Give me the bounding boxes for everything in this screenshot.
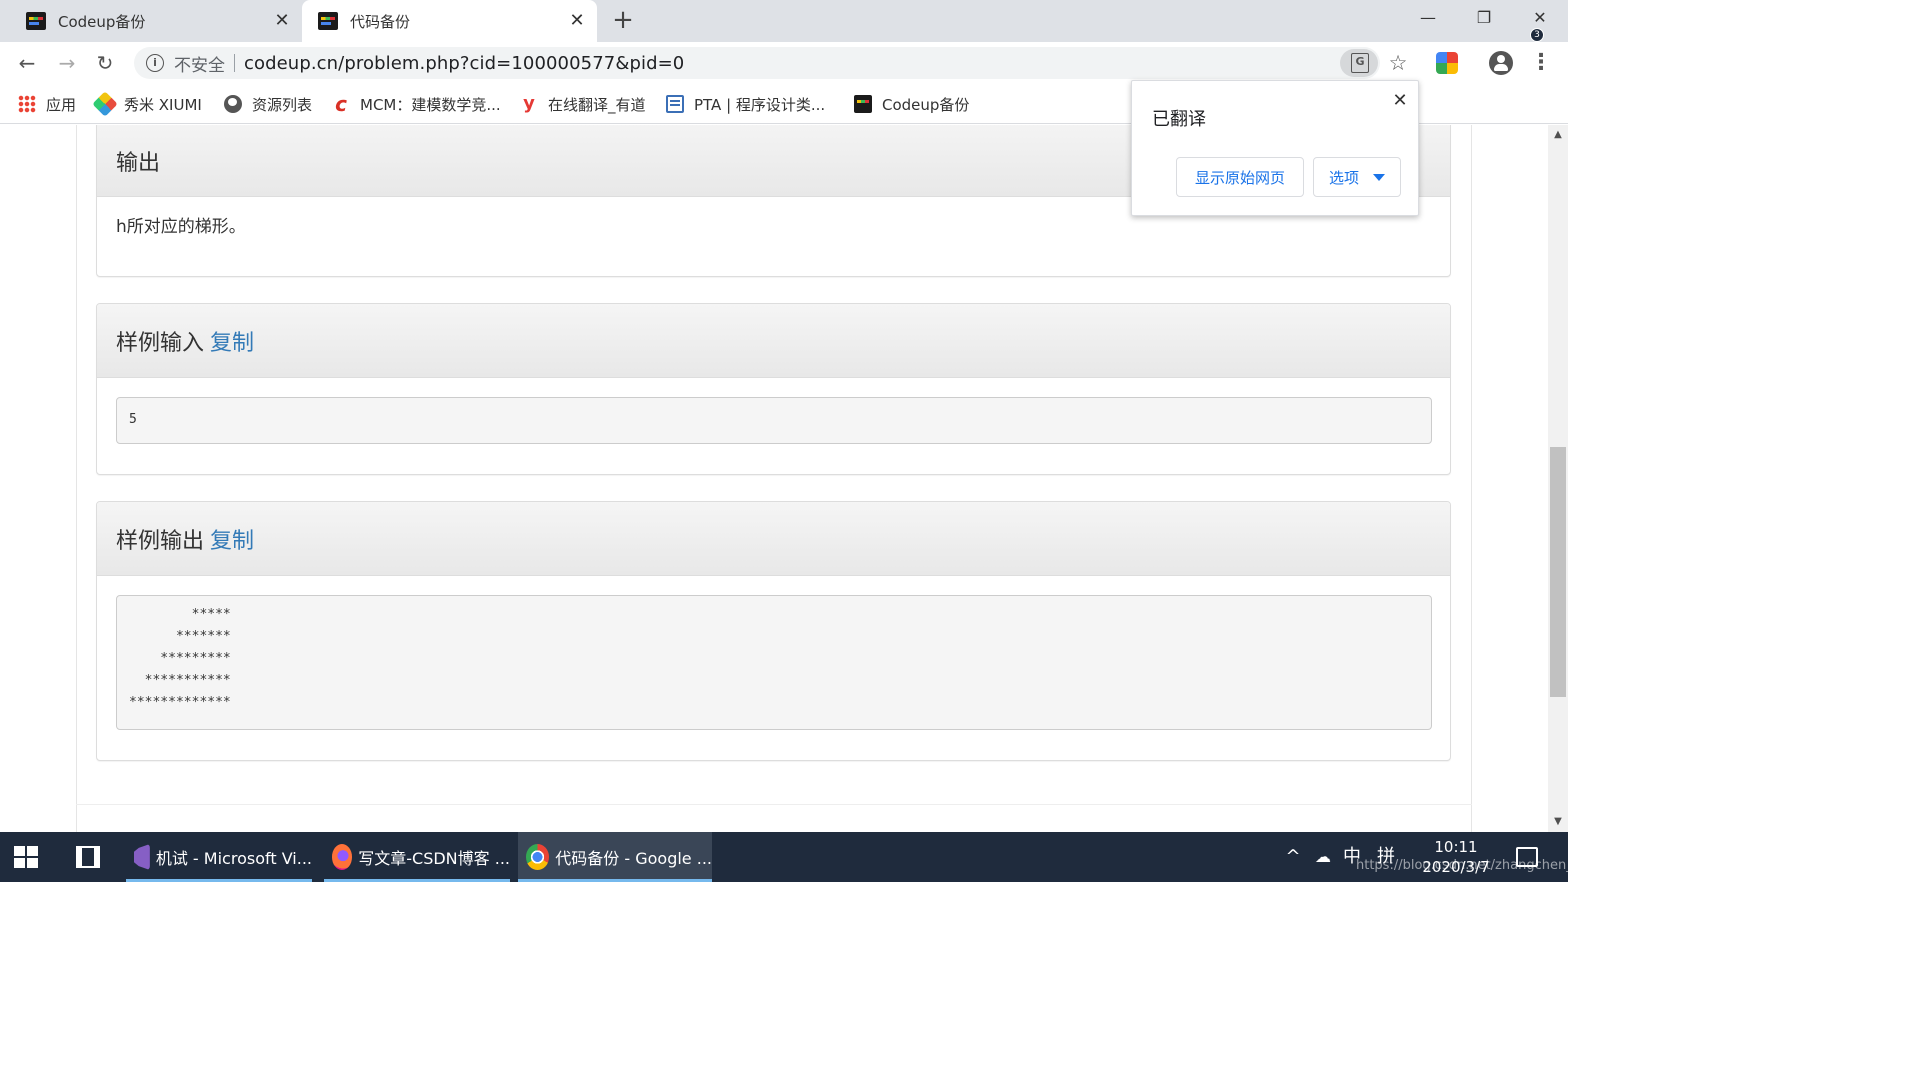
panel-title: 样例输入 [116, 330, 205, 356]
codeup-favicon-icon [318, 12, 338, 30]
bookmark-label: 秀米 XIUMI [124, 95, 202, 114]
bookmark-label: 资源列表 [252, 95, 313, 114]
notification-count-badge: 3 [1530, 28, 1544, 42]
bookmark-mcm[interactable]: c MCM：建模数学竞... [332, 92, 501, 116]
scroll-thumb[interactable] [1550, 447, 1566, 697]
bookmark-youdao[interactable]: y 在线翻译_有道 [520, 92, 646, 116]
tab-title: Codeup备份 [58, 12, 146, 31]
running-indicator [126, 879, 312, 882]
translate-popup-title: 已翻译 [1152, 109, 1206, 130]
close-icon[interactable]: ✕ [1388, 89, 1412, 113]
show-original-button[interactable]: 显示原始网页 [1176, 157, 1304, 197]
tab-strip: Codeup备份 ✕ 代码备份 ✕ + — ❐ ✕ [0, 0, 1568, 42]
sample-output-panel: 样例输出 复制 ***** ******* ********* ********… [96, 501, 1451, 761]
browser-window: Codeup备份 ✕ 代码备份 ✕ + — ❐ ✕ ← → ↻ i 不安全 co… [0, 0, 1568, 882]
tray-chevron-icon[interactable]: ^ [1280, 832, 1306, 882]
taskbar-item-label: 机试 - Microsoft Vi... [155, 849, 312, 868]
profile-avatar-icon[interactable] [1489, 51, 1513, 75]
panel-title: 样例输出 [116, 528, 205, 554]
copy-sample-input-link[interactable]: 复制 [210, 325, 254, 357]
globe-icon [224, 95, 242, 113]
running-indicator [518, 879, 712, 882]
address-bar[interactable]: i 不安全 codeup.cn/problem.php?cid=10000057… [134, 47, 1380, 79]
sample-input-heading: 样例输入 复制 [97, 304, 1450, 378]
scroll-up-arrow-icon[interactable]: ▲ [1548, 125, 1568, 145]
url-text[interactable]: codeup.cn/problem.php?cid=100000577&pid=… [244, 53, 684, 74]
bookmark-codeup[interactable]: Codeup备份 [854, 92, 969, 116]
sample-output-heading: 样例输出 复制 [97, 502, 1450, 576]
forward-button[interactable]: → [52, 48, 82, 78]
taskbar-item-firefox[interactable]: 写文章-CSDN博客 ... [324, 832, 510, 882]
xiumi-icon [92, 91, 118, 117]
bookmark-label: PTA | 程序设计类... [694, 95, 826, 114]
taskbar-item-label: 代码备份 - Google ... [555, 849, 712, 868]
caret-down-icon [1373, 173, 1385, 181]
panel-title: 输出 [116, 151, 161, 176]
container-border [1471, 125, 1472, 832]
taskbar-item-visual-studio[interactable]: 机试 - Microsoft Vi... [126, 832, 312, 882]
page-content[interactable]: 输出 h所对应的梯形。 样例输入 复制 5 样例输出 复制 ***** ****… [0, 125, 1548, 832]
bookmark-label: MCM：建模数学竞... [360, 95, 501, 114]
security-label[interactable]: 不安全 [174, 51, 225, 76]
output-description: h所对应的梯形。 [116, 217, 246, 237]
container-border [76, 804, 1472, 805]
bookmark-label: 应用 [46, 95, 77, 114]
container-border [76, 125, 77, 832]
chrome-icon [526, 844, 550, 870]
browser-toolbar: ← → ↻ i 不安全 codeup.cn/problem.php?cid=10… [0, 42, 1568, 84]
minimize-button[interactable]: — [1400, 0, 1456, 36]
sample-input-code[interactable]: 5 [116, 397, 1432, 444]
youdao-icon: y [523, 93, 535, 114]
firefox-icon [332, 844, 353, 870]
tab-code-backup[interactable]: 代码备份 ✕ [302, 0, 597, 42]
pta-icon [666, 95, 684, 113]
new-tab-button[interactable]: + [608, 6, 638, 36]
bookmark-resources[interactable]: 资源列表 [224, 92, 312, 116]
tab-codeup-backup[interactable]: Codeup备份 ✕ [10, 0, 302, 42]
bookmark-label: Codeup备份 [882, 95, 970, 114]
mcm-icon: c [335, 92, 347, 116]
address-separator [234, 54, 235, 72]
taskbar-item-chrome[interactable]: 代码备份 - Google ... [518, 832, 712, 882]
visual-studio-icon [134, 844, 150, 870]
codeup-icon [854, 95, 872, 113]
bookmark-star-icon[interactable]: ☆ [1384, 48, 1412, 78]
clock-time: 10:11 [1434, 838, 1478, 856]
translate-options-button[interactable]: 选项 [1313, 157, 1401, 197]
show-original-label: 显示原始网页 [1194, 168, 1285, 187]
windows-taskbar: 机试 - Microsoft Vi... 写文章-CSDN博客 ... 代码备份… [0, 832, 1568, 882]
page-scrollbar[interactable]: ▲ ▼ [1548, 125, 1568, 832]
copy-sample-output-link[interactable]: 复制 [210, 523, 254, 555]
reload-button[interactable]: ↻ [90, 48, 120, 78]
task-view-icon[interactable] [76, 846, 100, 868]
translate-icon[interactable] [1340, 49, 1378, 77]
running-indicator [324, 879, 510, 882]
tab-close-icon[interactable]: ✕ [565, 9, 589, 33]
csdn-watermark: https://blog.csdn.net/zhangchen_an [1356, 858, 1568, 873]
back-button[interactable]: ← [12, 48, 42, 78]
bookmark-xiumi[interactable]: 秀米 XIUMI [92, 91, 202, 117]
restore-button[interactable]: ❐ [1456, 0, 1512, 36]
translate-popup: 已翻译 ✕ 显示原始网页 选项 [1131, 80, 1419, 216]
windows-start-icon[interactable] [14, 846, 38, 868]
onedrive-cloud-icon[interactable]: ☁ [1310, 832, 1336, 882]
extension-icon[interactable] [1436, 52, 1458, 74]
browser-menu-icon[interactable]: ⋮ [1530, 48, 1552, 78]
ime-mode-indicator[interactable]: 拼 [1374, 832, 1398, 882]
tab-close-icon[interactable]: ✕ [270, 9, 294, 33]
codeup-favicon-icon [26, 12, 46, 30]
info-icon[interactable]: i [146, 54, 164, 72]
bookmark-pta[interactable]: PTA | 程序设计类... [666, 92, 825, 116]
bookmark-apps[interactable]: 应用 [18, 92, 76, 116]
tab-title: 代码备份 [350, 12, 411, 31]
options-label: 选项 [1328, 168, 1359, 187]
apps-grid-icon [18, 95, 36, 113]
bookmark-label: 在线翻译_有道 [548, 95, 646, 114]
scroll-down-arrow-icon[interactable]: ▼ [1548, 812, 1568, 832]
sample-input-panel: 样例输入 复制 5 [96, 303, 1451, 475]
taskbar-item-label: 写文章-CSDN博客 ... [358, 849, 510, 868]
ime-language-indicator[interactable]: 中 [1340, 832, 1364, 882]
sample-output-code[interactable]: ***** ******* ********* *********** ****… [116, 595, 1432, 730]
